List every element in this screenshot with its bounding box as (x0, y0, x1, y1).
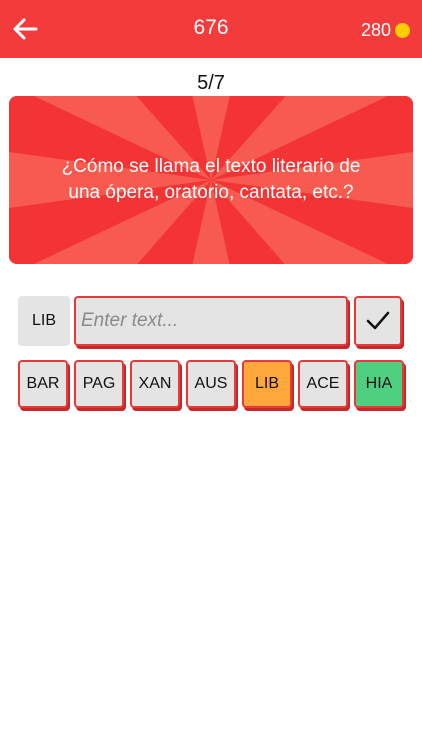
option-tile[interactable]: PAG (74, 360, 124, 408)
answer-row: LIB (18, 296, 404, 348)
question-line-2: una ópera, oratorio, cantata, etc.? (68, 182, 354, 203)
option-tile[interactable]: AUS (186, 360, 236, 408)
question-line-1: ¿Cómo se llama el texto literario de (61, 156, 361, 177)
back-button[interactable] (8, 12, 42, 46)
checkmark-icon (366, 311, 390, 330)
coin-counter: 280 (361, 20, 410, 41)
coin-count: 280 (360, 20, 391, 40)
option-tile[interactable]: BAR (18, 360, 68, 408)
coin-icon (395, 23, 410, 38)
option-tile-hint[interactable]: HIA (354, 360, 404, 408)
top-bar: 676 280 (0, 0, 422, 58)
level-number: 676 (193, 16, 229, 39)
option-tile[interactable]: XAN (130, 360, 180, 408)
question-card: ¿Cómo se llama el texto literario de una… (9, 96, 413, 264)
submit-button[interactable] (354, 296, 402, 346)
answer-input[interactable] (74, 296, 348, 346)
option-tiles: BAR PAG XAN AUS LIB ACE HIA (18, 360, 406, 410)
question-text: ¿Cómo se llama el texto literario de una… (29, 154, 393, 206)
option-tile[interactable]: ACE (298, 360, 348, 408)
option-tile-selected[interactable]: LIB (242, 360, 292, 408)
question-progress: 5/7 (197, 72, 225, 94)
answer-prefix: LIB (18, 296, 70, 346)
arrow-left-icon (13, 18, 38, 40)
